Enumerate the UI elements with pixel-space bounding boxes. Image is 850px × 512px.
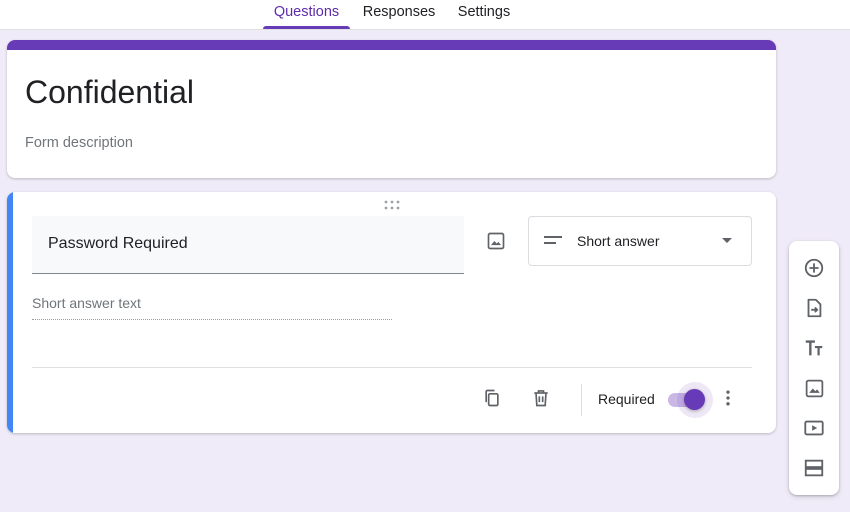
- add-image-button[interactable]: [483, 228, 509, 254]
- more-options-button[interactable]: [715, 385, 741, 411]
- delete-button[interactable]: [528, 385, 554, 411]
- add-section-button[interactable]: [801, 455, 827, 481]
- section-icon: [804, 459, 824, 477]
- footer-divider: [32, 367, 752, 368]
- tab-settings-label: Settings: [457, 4, 511, 20]
- question-type-label: Short answer: [577, 233, 660, 249]
- question-title-text: Password Required: [48, 235, 188, 252]
- side-toolbar: [789, 241, 839, 495]
- caret-down-icon: [722, 238, 732, 243]
- tab-questions[interactable]: Questions: [263, 0, 350, 29]
- footer-separator: [581, 384, 582, 416]
- short-answer-placeholder: Short answer text: [32, 295, 141, 311]
- title-text-icon: [805, 340, 823, 356]
- required-label: Required: [598, 391, 655, 407]
- top-tab-bar: Questions Responses Settings: [0, 0, 850, 30]
- add-question-button[interactable]: [801, 255, 827, 281]
- tab-responses[interactable]: Responses: [358, 0, 440, 29]
- tab-settings[interactable]: Settings: [451, 0, 517, 29]
- form-title[interactable]: Confidential: [25, 74, 194, 110]
- form-description-input[interactable]: Form description: [25, 134, 133, 152]
- duplicate-button[interactable]: [479, 385, 505, 411]
- trash-icon: [534, 390, 548, 407]
- add-circle-icon: [804, 258, 824, 278]
- required-toggle[interactable]: [666, 382, 713, 418]
- answer-underline: [32, 319, 392, 320]
- image-icon: [805, 379, 823, 397]
- add-image-toolbar-button[interactable]: [801, 375, 827, 401]
- import-icon: [807, 298, 822, 318]
- active-card-indicator: [7, 192, 13, 433]
- toggle-knob: [684, 389, 705, 410]
- question-type-select[interactable]: Short answer: [528, 216, 752, 266]
- question-title-field[interactable]: Password Required: [32, 216, 464, 274]
- import-questions-button[interactable]: [801, 295, 827, 321]
- active-tab-indicator: [263, 26, 350, 29]
- question-card: Password Required Short answer Short ans…: [7, 192, 776, 433]
- image-icon: [487, 232, 505, 250]
- more-vert-icon: [726, 390, 730, 406]
- short-answer-lines-icon: [544, 236, 562, 244]
- copy-icon: [485, 389, 499, 407]
- video-icon: [804, 420, 824, 436]
- add-title-description-button[interactable]: [801, 335, 827, 361]
- tab-responses-label: Responses: [362, 4, 436, 20]
- tab-questions-label: Questions: [273, 4, 340, 20]
- add-video-button[interactable]: [801, 415, 827, 441]
- theme-stripe: [7, 40, 776, 50]
- drag-handle-icon[interactable]: [384, 200, 400, 210]
